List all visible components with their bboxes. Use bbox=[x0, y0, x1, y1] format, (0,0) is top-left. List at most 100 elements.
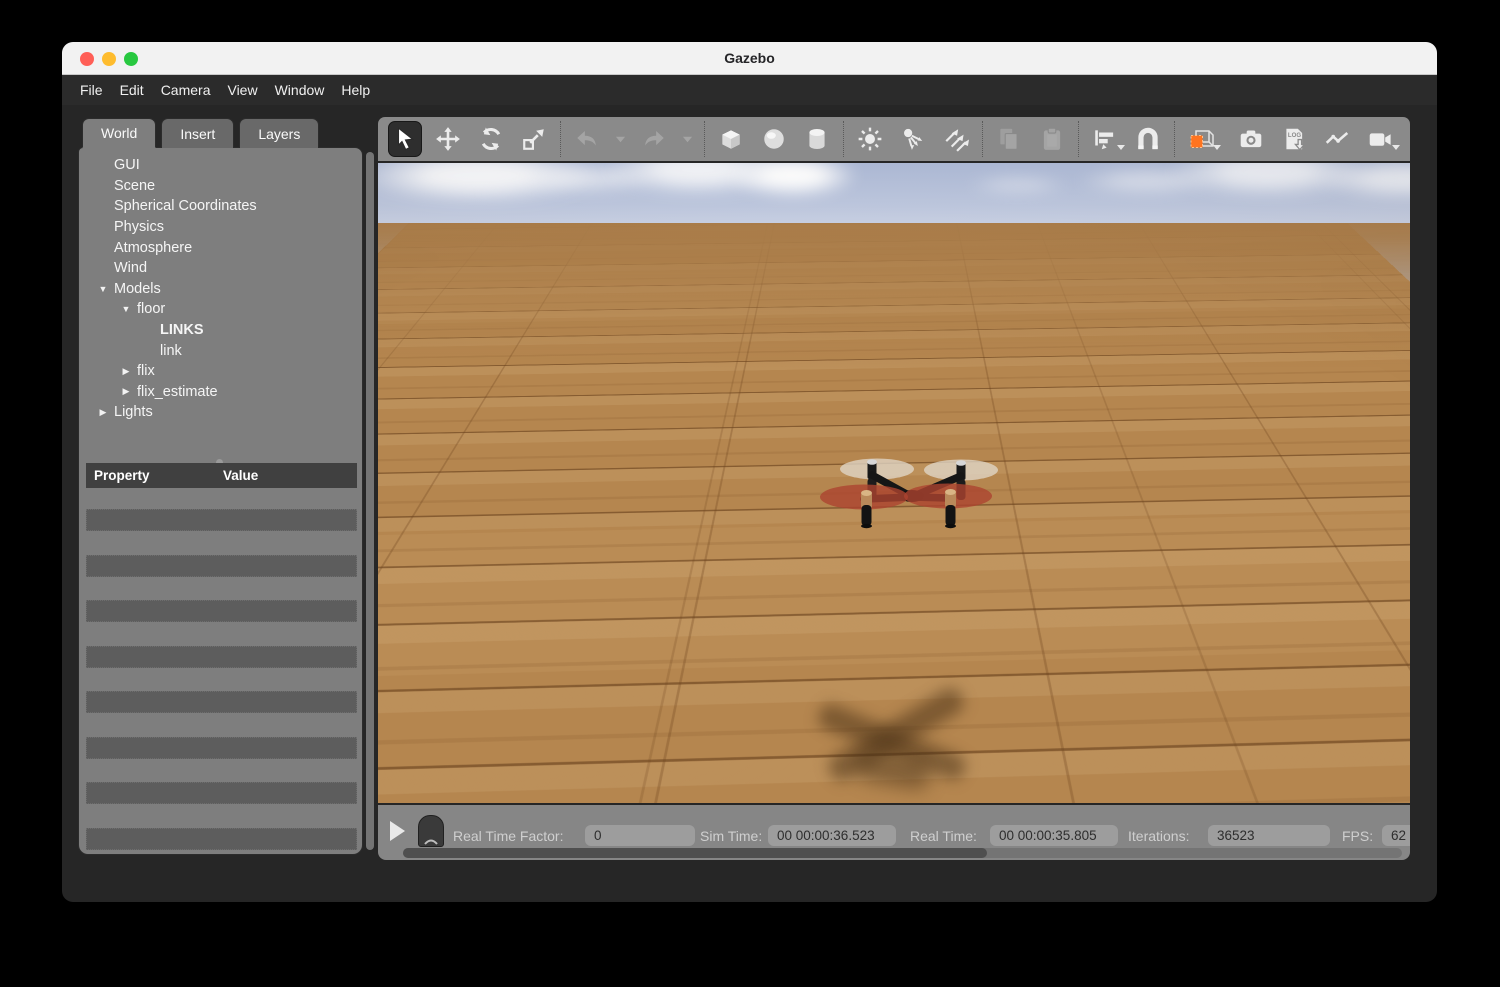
menu-edit[interactable]: Edit bbox=[120, 82, 144, 98]
toolbar-group bbox=[714, 121, 834, 157]
undo-button[interactable] bbox=[570, 121, 604, 157]
real-time-label: Real Time: bbox=[910, 828, 977, 844]
tree-item-gui[interactable]: GUI bbox=[79, 155, 362, 176]
insert-sphere-button[interactable] bbox=[757, 121, 791, 157]
toolbar-group bbox=[1088, 121, 1165, 157]
sim-time-field[interactable]: 00 00:00:36.523 bbox=[768, 825, 896, 846]
gazebo-window: Gazebo File Edit Camera View Window Help Worl… bbox=[62, 42, 1437, 902]
horizontal-scrollbar-thumb[interactable] bbox=[403, 848, 987, 858]
copy-button[interactable] bbox=[992, 121, 1026, 157]
sphere-shape-icon bbox=[761, 126, 787, 152]
real-time-factor-label: Real Time Factor: bbox=[453, 828, 563, 844]
expand-arrow-icon[interactable]: ▶ bbox=[115, 386, 137, 397]
value-column-header: Value bbox=[223, 468, 258, 483]
toolbar-separator bbox=[982, 121, 983, 157]
property-table-header: Property Value bbox=[86, 463, 357, 488]
horizontal-scrollbar[interactable] bbox=[403, 848, 1402, 858]
video-record-button[interactable] bbox=[1363, 121, 1397, 157]
tree-item-links[interactable]: LINKS bbox=[79, 320, 362, 341]
toolbar-group bbox=[853, 121, 973, 157]
view-cube-icon bbox=[1188, 126, 1214, 152]
copy-docs-icon bbox=[996, 126, 1022, 152]
spot-light-icon bbox=[900, 126, 926, 152]
property-row-empty bbox=[86, 555, 357, 577]
world-tree: GUISceneSpherical CoordinatesPhysicsAtmo… bbox=[79, 155, 362, 423]
menu-file[interactable]: File bbox=[80, 82, 103, 98]
tree-item-floor[interactable]: ▼floor bbox=[79, 299, 362, 320]
iterations-field[interactable]: 36523 bbox=[1208, 825, 1330, 846]
select-tool[interactable] bbox=[388, 121, 422, 157]
toolbar-separator bbox=[843, 121, 844, 157]
caret-down-icon bbox=[1213, 145, 1221, 154]
tree-item-physics[interactable]: Physics bbox=[79, 217, 362, 238]
insert-cylinder-button[interactable] bbox=[800, 121, 834, 157]
tree-item-scene[interactable]: Scene bbox=[79, 176, 362, 197]
redo-arrow-icon bbox=[641, 126, 667, 152]
redo-button[interactable] bbox=[637, 121, 671, 157]
undo-arrow-icon bbox=[574, 126, 600, 152]
tree-item-atmosphere[interactable]: Atmosphere bbox=[79, 237, 362, 258]
screenshot-button[interactable] bbox=[1234, 121, 1268, 157]
redo-history-dropdown[interactable] bbox=[680, 121, 695, 157]
fps-field[interactable]: 62 bbox=[1382, 825, 1410, 846]
undo-history-dropdown[interactable] bbox=[613, 121, 628, 157]
scale-tool[interactable] bbox=[517, 121, 551, 157]
menu-window[interactable]: Window bbox=[275, 82, 325, 98]
toolbar-group: LOG bbox=[1234, 121, 1397, 157]
svg-text:LOG: LOG bbox=[1288, 133, 1301, 139]
spot-light-button[interactable] bbox=[896, 121, 930, 157]
collapse-arrow-icon[interactable]: ▼ bbox=[115, 304, 137, 314]
panel-scrollbar[interactable] bbox=[366, 152, 374, 850]
menu-help[interactable]: Help bbox=[341, 82, 370, 98]
collapse-arrow-icon[interactable]: ▼ bbox=[92, 284, 114, 294]
property-column-header: Property bbox=[86, 468, 223, 483]
viewport-3d[interactable] bbox=[378, 163, 1410, 803]
view-angle-button[interactable] bbox=[1184, 121, 1218, 157]
video-camera-icon bbox=[1367, 126, 1393, 152]
property-row-empty bbox=[86, 646, 357, 668]
menu-camera[interactable]: Camera bbox=[161, 82, 211, 98]
magnet-icon bbox=[1135, 126, 1161, 152]
toolbar-separator bbox=[1174, 121, 1175, 157]
paste-clipboard-icon bbox=[1039, 126, 1065, 152]
real-time-factor-field[interactable]: 0 bbox=[585, 825, 695, 846]
cursor-arrow-icon bbox=[392, 126, 418, 152]
tab-world[interactable]: World bbox=[82, 118, 156, 148]
play-button[interactable] bbox=[390, 821, 405, 841]
main-toolbar: LOG bbox=[378, 117, 1410, 161]
window-title: Gazebo bbox=[62, 42, 1437, 75]
directional-light-icon bbox=[943, 126, 969, 152]
world-panel: GUISceneSpherical CoordinatesPhysicsAtmo… bbox=[78, 147, 363, 855]
drone-model[interactable] bbox=[802, 447, 1018, 547]
tree-item-lights[interactable]: ▶Lights bbox=[79, 402, 362, 423]
translate-tool[interactable] bbox=[431, 121, 465, 157]
snap-tool-button[interactable] bbox=[1131, 121, 1165, 157]
point-light-button[interactable] bbox=[853, 121, 887, 157]
paste-button[interactable] bbox=[1035, 121, 1069, 157]
menu-bar: File Edit Camera View Window Help bbox=[62, 75, 1437, 105]
align-tool-button[interactable] bbox=[1088, 121, 1122, 157]
tree-item-wind[interactable]: Wind bbox=[79, 258, 362, 279]
plot-line-icon bbox=[1324, 126, 1350, 152]
directional-light-button[interactable] bbox=[939, 121, 973, 157]
log-record-button[interactable]: LOG bbox=[1277, 121, 1311, 157]
step-button[interactable] bbox=[418, 815, 444, 847]
tree-item-spherical-coordinates[interactable]: Spherical Coordinates bbox=[79, 196, 362, 217]
insert-box-button[interactable] bbox=[714, 121, 748, 157]
plot-button[interactable] bbox=[1320, 121, 1354, 157]
real-time-field[interactable]: 00 00:00:35.805 bbox=[990, 825, 1118, 846]
rotate-tool[interactable] bbox=[474, 121, 508, 157]
log-file-icon: LOG bbox=[1281, 126, 1307, 152]
caret-down-icon bbox=[1392, 145, 1400, 154]
tree-item-models[interactable]: ▼Models bbox=[79, 279, 362, 300]
property-row-empty bbox=[86, 782, 357, 804]
expand-arrow-icon[interactable]: ▶ bbox=[92, 407, 114, 418]
tab-insert[interactable]: Insert bbox=[161, 118, 234, 148]
tree-item-link[interactable]: link bbox=[79, 340, 362, 361]
tree-item-flix-estimate[interactable]: ▶flix_estimate bbox=[79, 382, 362, 403]
box-shape-icon bbox=[718, 126, 744, 152]
tree-item-flix[interactable]: ▶flix bbox=[79, 361, 362, 382]
menu-view[interactable]: View bbox=[227, 82, 257, 98]
expand-arrow-icon[interactable]: ▶ bbox=[115, 366, 137, 377]
tab-layers[interactable]: Layers bbox=[239, 118, 319, 148]
